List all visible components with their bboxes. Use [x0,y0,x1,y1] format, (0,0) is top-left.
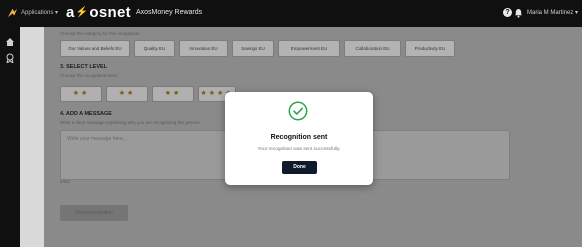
modal-message: Your recognition was sent successfully. [257,147,341,152]
recognition-sent-modal: Recognition sent Your recognition was se… [225,92,373,185]
success-check-icon [288,101,308,121]
done-button[interactable]: Done [282,161,317,174]
modal-title: Recognition sent [270,134,328,141]
